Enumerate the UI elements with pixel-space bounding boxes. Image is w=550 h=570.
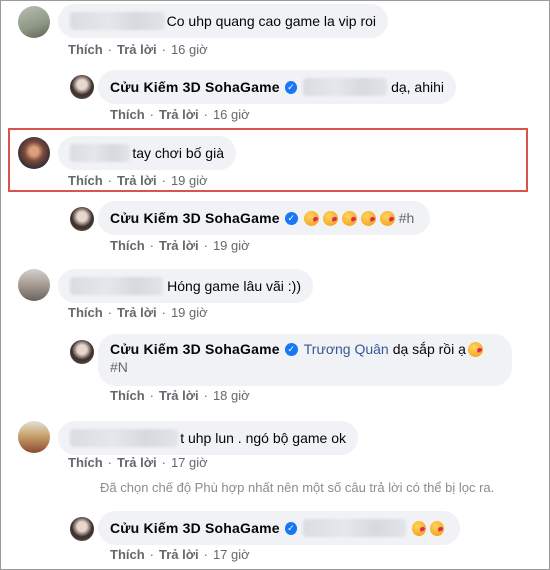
comment-actions: Thích · Trả lời · 16 giờ — [68, 42, 208, 57]
reply-button[interactable]: Trả lời — [117, 42, 157, 57]
kiss-emoji-icon — [379, 210, 395, 226]
page-author-name[interactable]: Cửu Kiếm 3D SohaGame — [110, 341, 280, 357]
comment-time[interactable]: 19 giờ — [213, 238, 250, 253]
reply-button[interactable]: Trả lời — [159, 107, 199, 122]
kiss-emoji-icon — [411, 520, 426, 536]
verified-badge-icon: ✓ — [284, 80, 298, 94]
hashtag-text[interactable]: #h — [399, 210, 415, 226]
blurred-name — [70, 429, 179, 447]
blurred-name — [70, 12, 165, 30]
filter-notice: Đã chọn chế độ Phù hợp nhất nên một số c… — [100, 480, 495, 495]
page-author-name[interactable]: Cửu Kiếm 3D SohaGame — [110, 79, 280, 95]
commenter-avatar[interactable] — [18, 6, 50, 38]
comment-time[interactable]: 19 giờ — [171, 305, 208, 320]
comment-bubble: Hóng game lâu vãi :)) — [58, 269, 313, 303]
blurred-name — [70, 144, 131, 162]
comment-time[interactable]: 18 giờ — [213, 388, 250, 403]
reply-first-line: Cửu Kiếm 3D SohaGame ✓ Trương Quân dạ sắ… — [110, 341, 487, 357]
reply-button[interactable]: Trả lời — [117, 455, 157, 470]
verified-badge-icon: ✓ — [284, 211, 298, 225]
reply-actions: Thích · Trả lời · 16 giờ — [110, 107, 250, 122]
like-button[interactable]: Thích — [68, 305, 103, 320]
comment-time[interactable]: 17 giờ — [171, 455, 208, 470]
like-button[interactable]: Thích — [68, 173, 103, 188]
page-avatar[interactable] — [70, 517, 94, 541]
kiss-emoji-icon — [429, 520, 444, 536]
comment-bubble: Co uhp quang cao game la vip roi — [58, 4, 388, 38]
reply-actions: Thích · Trả lời · 19 giờ — [110, 238, 250, 253]
comment-actions: Thích · Trả lời · 17 giờ — [68, 455, 208, 470]
reply-button[interactable]: Trả lời — [159, 547, 199, 562]
page-avatar[interactable] — [70, 340, 94, 364]
commenter-avatar[interactable] — [18, 137, 50, 169]
page-author-name[interactable]: Cửu Kiếm 3D SohaGame — [110, 520, 280, 536]
blurred-name — [70, 277, 164, 295]
reply-button[interactable]: Trả lời — [117, 173, 157, 188]
comment-text: tay chơi bố già — [132, 145, 224, 161]
comment-bubble: t uhp lun . ngó bộ game ok — [58, 421, 358, 455]
hashtag-text[interactable]: #N — [110, 359, 128, 375]
like-button[interactable]: Thích — [110, 388, 145, 403]
kiss-emoji-icon — [360, 210, 376, 226]
like-button[interactable]: Thích — [68, 42, 103, 57]
reply-actions: Thích · Trả lời · 17 giờ — [110, 547, 250, 562]
reply-button[interactable]: Trả lời — [159, 238, 199, 253]
blurred-name — [303, 519, 406, 537]
commenter-avatar[interactable] — [18, 421, 50, 453]
comment-time[interactable]: 19 giờ — [171, 173, 208, 188]
kiss-emoji-icon — [322, 210, 338, 226]
reply-button[interactable]: Trả lời — [159, 388, 199, 403]
like-button[interactable]: Thích — [68, 455, 103, 470]
comment-time[interactable]: 16 giờ — [213, 107, 250, 122]
reply-bubble: Cửu Kiếm 3D SohaGame ✓ — [98, 511, 460, 545]
mention-link[interactable]: Trương Quân — [304, 341, 389, 357]
comment-time[interactable]: 16 giờ — [171, 42, 208, 57]
reply-bubble: Cửu Kiếm 3D SohaGame ✓ Trương Quân dạ sắ… — [98, 334, 512, 386]
reply-text: dạ, ahihi — [391, 79, 444, 95]
page-avatar[interactable] — [70, 75, 94, 99]
comment-time[interactable]: 17 giờ — [213, 547, 250, 562]
comment-bubble: tay chơi bố già — [58, 136, 236, 170]
like-button[interactable]: Thích — [110, 107, 145, 122]
comment-actions: Thích · Trả lời · 19 giờ — [68, 173, 208, 188]
kiss-emoji-icon — [303, 210, 319, 226]
commenter-avatar[interactable] — [18, 269, 50, 301]
reply-actions: Thích · Trả lời · 18 giờ — [110, 388, 250, 403]
page-avatar[interactable] — [70, 207, 94, 231]
reply-text: dạ sắp rồi ạ — [392, 341, 466, 357]
like-button[interactable]: Thích — [110, 238, 145, 253]
verified-badge-icon: ✓ — [284, 521, 298, 535]
comment-text: Co uhp quang cao game la vip roi — [166, 13, 376, 29]
reply-bubble: Cửu Kiếm 3D SohaGame ✓ #h — [98, 201, 430, 235]
page-author-name[interactable]: Cửu Kiếm 3D SohaGame — [110, 210, 280, 226]
reply-bubble: Cửu Kiếm 3D SohaGame ✓ dạ, ahihi — [98, 70, 456, 104]
comment-text: t uhp lun . ngó bộ game ok — [180, 430, 346, 446]
comment-actions: Thích · Trả lời · 19 giờ — [68, 305, 208, 320]
kiss-emoji-icon — [341, 210, 357, 226]
blurred-name — [303, 78, 388, 96]
kiss-emoji-icon — [467, 341, 483, 357]
reply-button[interactable]: Trả lời — [117, 305, 157, 320]
comment-text: Hóng game lâu vãi :)) — [167, 278, 301, 294]
verified-badge-icon: ✓ — [284, 342, 298, 356]
like-button[interactable]: Thích — [110, 547, 145, 562]
